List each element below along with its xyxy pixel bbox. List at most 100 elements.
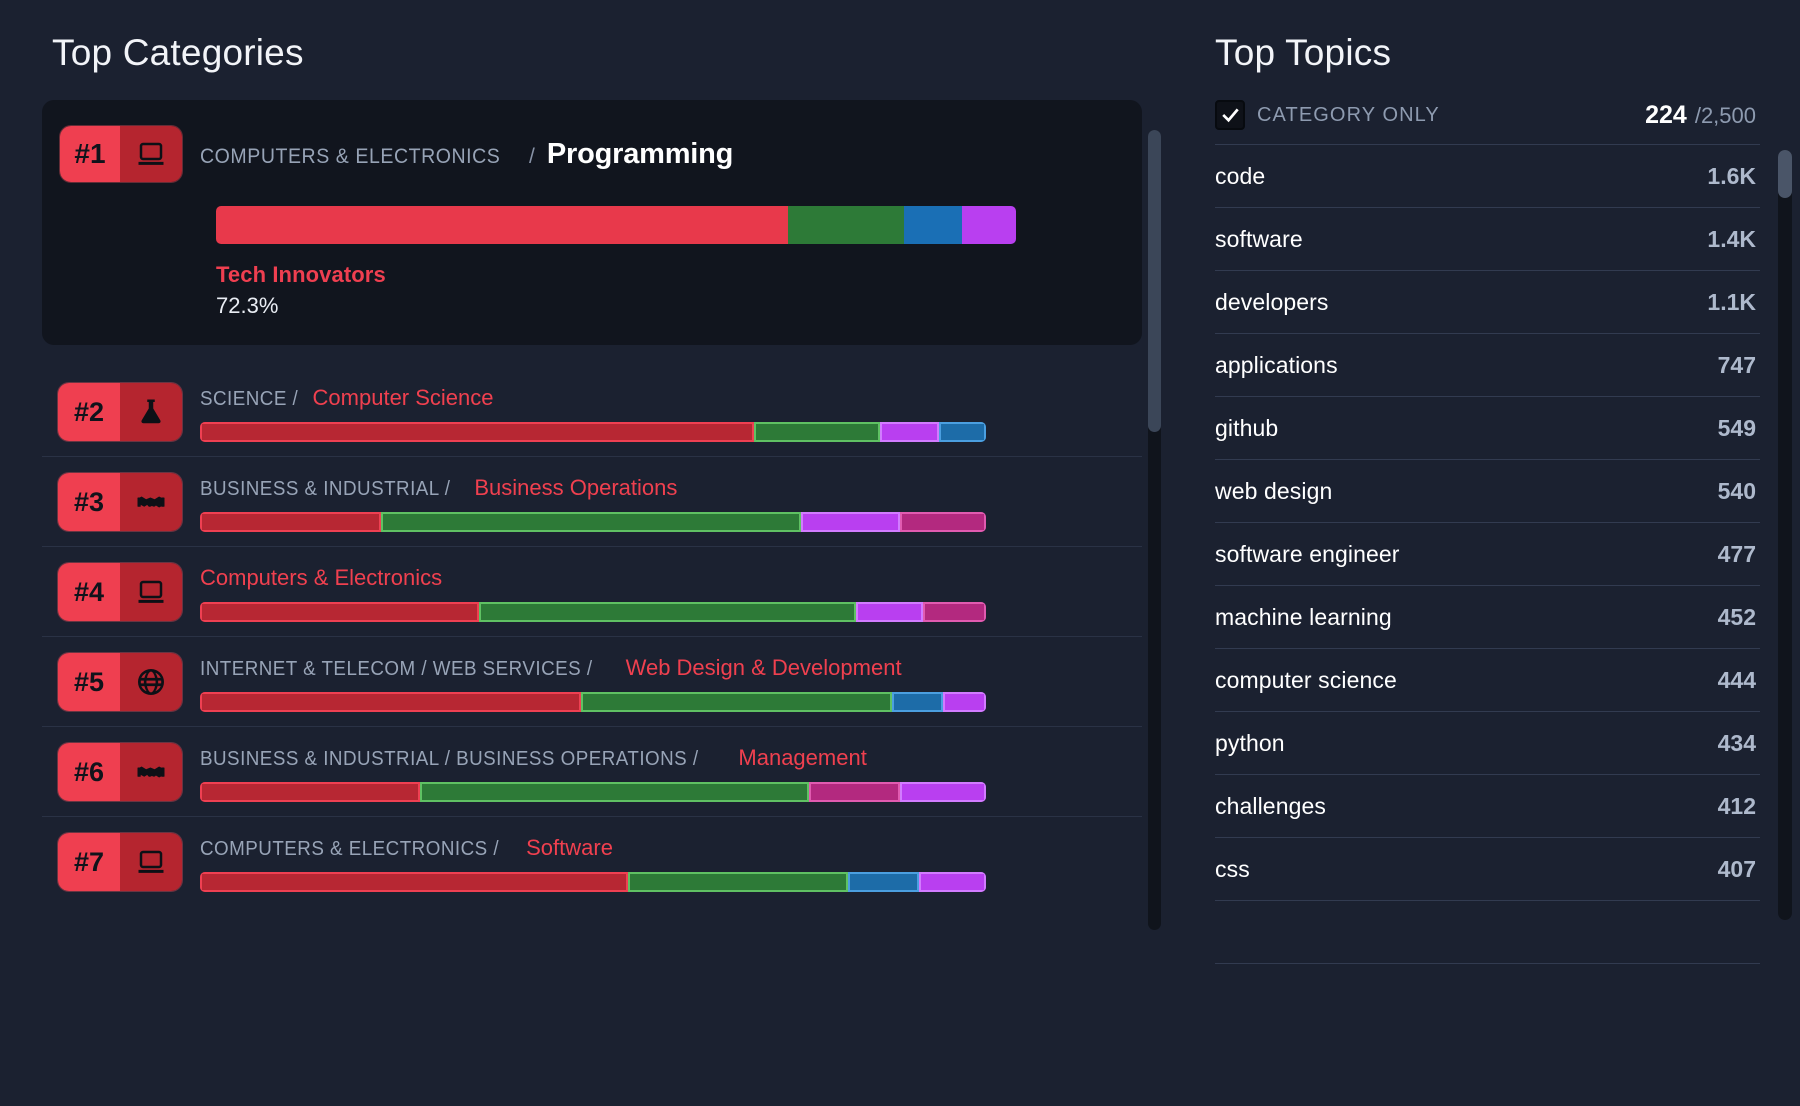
topic-name: web design [1215, 477, 1333, 504]
featured-header: #1 COMPUTERS & ELECTRONICS / Programming [60, 126, 1120, 182]
category-stacked-bar [200, 872, 986, 892]
topic-name: computer science [1215, 666, 1397, 693]
category-leaf-label: Software [526, 835, 613, 860]
topic-row[interactable]: code 1.6K [1215, 145, 1760, 208]
featured-separator: / [529, 144, 535, 168]
globe-icon [120, 653, 182, 711]
topic-value: 407 [1717, 855, 1756, 882]
category-bar-segment-3 [848, 872, 920, 892]
category-row[interactable]: #5 INTERNET & TELECOM / WEB SERVICES / Web… [42, 637, 1142, 727]
category-only-checkbox[interactable] [1215, 100, 1245, 130]
topic-row[interactable]: css 407 [1215, 838, 1760, 901]
featured-stacked-bar [216, 206, 1016, 244]
topics-count-current: 224 [1645, 100, 1687, 129]
rank-number: #6 [58, 743, 120, 801]
category-breadcrumb: SCIENCE / [200, 388, 299, 410]
category-breadcrumb: COMPUTERS & ELECTRONICS / [200, 838, 500, 860]
rank-badge-4[interactable]: #4 [58, 563, 182, 621]
topics-scrollbar-thumb[interactable] [1778, 150, 1792, 198]
category-bar-segment-4 [923, 602, 986, 622]
topic-value: 1.1K [1707, 288, 1756, 315]
topic-value: 549 [1717, 414, 1756, 441]
category-row[interactable]: #6 BUSINESS & INDUSTRIAL / BUSINESS OPERA… [42, 727, 1142, 817]
featured-bar-segment-1 [216, 206, 788, 244]
featured-bar-segment-2 [788, 206, 904, 244]
topic-value: 412 [1717, 792, 1756, 819]
category-bar-segment-1 [200, 422, 755, 442]
topic-row[interactable]: software engineer 477 [1215, 523, 1760, 586]
featured-percent: 72.3% [216, 293, 279, 318]
category-stacked-bar [200, 782, 986, 802]
rank-number: #3 [58, 473, 120, 531]
rank-number: #2 [58, 383, 120, 441]
category-bar-segment-2 [420, 782, 810, 802]
laptop-icon [120, 563, 182, 621]
featured-meta: Tech Innovators 72.3% [216, 262, 1120, 319]
category-bar-segment-1 [200, 512, 381, 532]
rank-badge-2[interactable]: #2 [58, 383, 182, 441]
category-bar-segment-3 [856, 602, 924, 622]
topic-name: python [1215, 729, 1285, 756]
topic-row[interactable]: developers 1.1K [1215, 271, 1760, 334]
featured-bar-segment-4 [962, 206, 1016, 244]
topic-value: 1.4K [1707, 225, 1756, 252]
topic-name: challenges [1215, 792, 1326, 819]
top-categories-title: Top Categories [52, 32, 304, 73]
category-row[interactable]: #4 Computers & Electronics [42, 547, 1142, 637]
topic-value: 477 [1717, 540, 1756, 567]
category-row-title: BUSINESS & INDUSTRIAL / BUSINESS OPERATI… [200, 745, 986, 771]
featured-title: COMPUTERS & ELECTRONICS / Programming [200, 138, 733, 171]
rank-number: #7 [58, 833, 120, 891]
category-bar-segment-3 [891, 692, 943, 712]
topic-row[interactable]: challenges 412 [1215, 775, 1760, 838]
category-leaf-label: Management [738, 745, 867, 770]
rank-badge-6[interactable]: #6 [58, 743, 182, 801]
category-breadcrumb: BUSINESS & INDUSTRIAL / BUSINESS OPERATI… [200, 748, 699, 770]
category-bar-segment-1 [200, 602, 480, 622]
category-row[interactable]: #2 SCIENCE / Computer Science [42, 367, 1142, 457]
category-bar-segment-1 [200, 692, 582, 712]
categories-scrollbar[interactable] [1148, 130, 1161, 930]
flask-icon [120, 383, 182, 441]
category-row[interactable]: #3 BUSINESS & INDUSTRIAL / Business Operat… [42, 457, 1142, 547]
rank-badge-3[interactable]: #3 [58, 473, 182, 531]
topic-row[interactable]: web design 540 [1215, 460, 1760, 523]
categories-scrollbar-thumb[interactable] [1148, 130, 1161, 432]
category-list: #2 SCIENCE / Computer Science #3 BUSINESS & … [42, 367, 1175, 906]
category-bar-segment-4 [899, 782, 986, 802]
topic-name: developers [1215, 288, 1329, 315]
featured-bar-wrap [216, 206, 1120, 244]
topics-count-total: /2,500 [1694, 102, 1756, 128]
category-row[interactable]: #7 COMPUTERS & ELECTRONICS / Software [42, 817, 1142, 906]
rank-number: #5 [58, 653, 120, 711]
topic-value: 540 [1717, 477, 1756, 504]
top-topics-title: Top Topics [1215, 32, 1392, 73]
topic-row[interactable]: machine learning 452 [1215, 586, 1760, 649]
topic-value: 747 [1717, 351, 1756, 378]
topic-value: 444 [1717, 666, 1756, 693]
category-row-title: COMPUTERS & ELECTRONICS / Software [200, 835, 986, 861]
topic-row[interactable]: software 1.4K [1215, 208, 1760, 271]
featured-brand-label: Tech Innovators [216, 262, 386, 287]
rank-badge-5[interactable]: #5 [58, 653, 182, 711]
topic-row[interactable]: computer science 444 [1215, 649, 1760, 712]
category-breadcrumb: BUSINESS & INDUSTRIAL / [200, 478, 451, 500]
topics-scrollbar[interactable] [1778, 150, 1792, 920]
topic-row[interactable]: applications 747 [1215, 334, 1760, 397]
category-only-filter[interactable]: CATEGORY ONLY [1215, 100, 1440, 130]
topic-row[interactable]: github 549 [1215, 397, 1760, 460]
featured-category-card[interactable]: #1 COMPUTERS & ELECTRONICS / Programming [42, 100, 1142, 345]
rank-badge-1[interactable]: #1 [60, 126, 182, 182]
category-row-title: BUSINESS & INDUSTRIAL / Business Operatio… [200, 475, 986, 501]
category-bar-segment-4 [938, 422, 986, 442]
topic-name: github [1215, 414, 1279, 441]
category-row-body: Computers & Electronics [200, 563, 986, 622]
category-leaf-label: Computers & Electronics [200, 565, 443, 590]
topic-row[interactable]: python 434 [1215, 712, 1760, 775]
category-leaf-label: Business Operations [474, 475, 678, 500]
category-row-body: INTERNET & TELECOM / WEB SERVICES / Web D… [200, 653, 986, 712]
rank-badge-7[interactable]: #7 [58, 833, 182, 891]
topic-row[interactable] [1215, 901, 1760, 964]
topics-counter: 224 /2,500 [1645, 101, 1756, 130]
category-row-title: INTERNET & TELECOM / WEB SERVICES / Web D… [200, 655, 986, 681]
